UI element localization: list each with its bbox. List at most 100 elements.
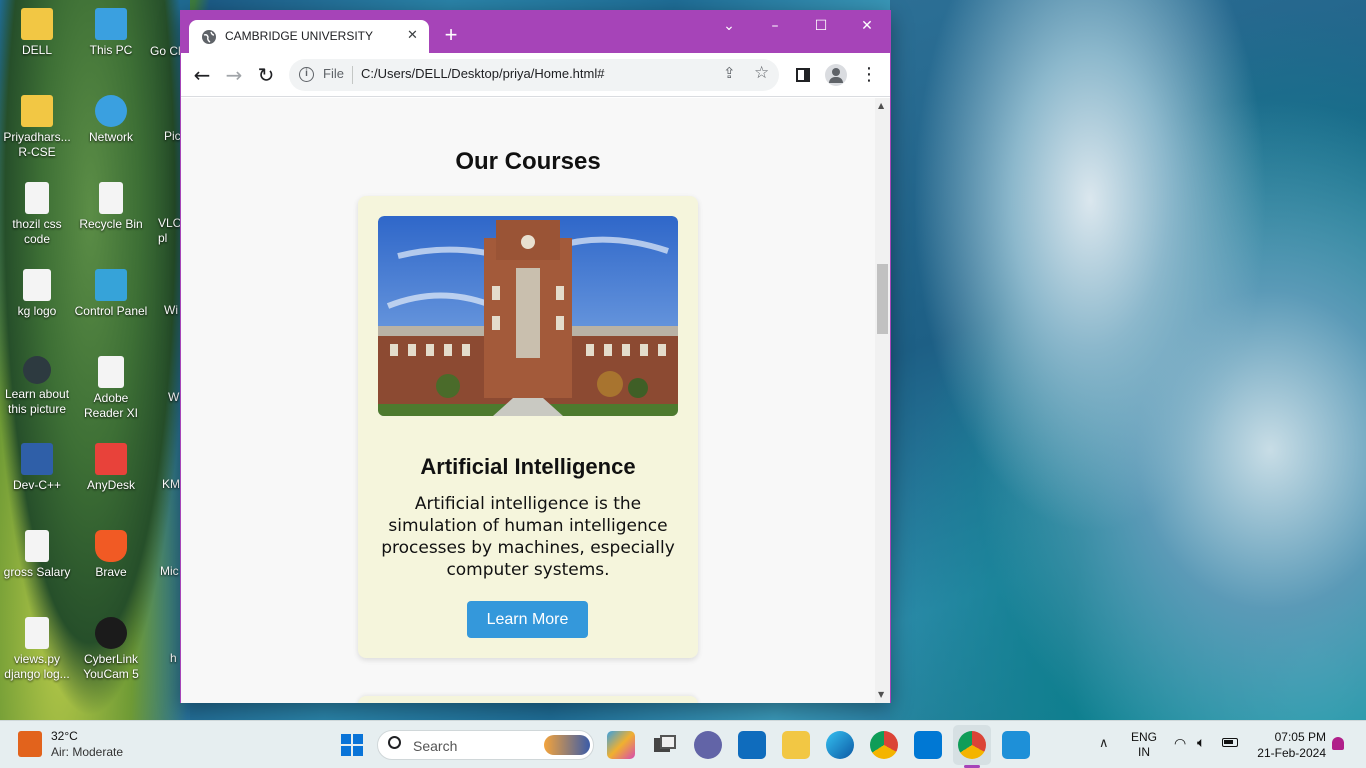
document-icon [25, 617, 49, 649]
region-label: IN [1138, 745, 1150, 759]
clock-date: 21-Feb-2024 [1257, 746, 1326, 760]
url-divider [352, 66, 353, 84]
folder-icon [21, 95, 53, 127]
reload-icon[interactable]: ↻ [254, 63, 278, 87]
back-arrow-icon[interactable]: ← [190, 63, 214, 87]
url-text[interactable]: C:/Users/DELL/Desktop/priya/Home.html# [361, 66, 604, 81]
file-explorer-icon[interactable] [782, 731, 810, 759]
desktop-icon-label: CyberLink YouCam 5 [83, 652, 139, 681]
desktop-icon-label: Control Panel [74, 304, 148, 318]
search-highlight-icon [544, 735, 590, 755]
forward-arrow-icon[interactable]: → [222, 63, 246, 87]
desktop-icon-label: Dev-C++ [12, 478, 62, 492]
desktop-icon-brave[interactable]: Brave [74, 530, 148, 580]
desktop-icon-dell[interactable]: DELL [0, 8, 74, 58]
url-scheme-label: File [323, 66, 344, 81]
address-bar[interactable]: i File C:/Users/DELL/Desktop/priya/Home.… [289, 59, 779, 91]
course-title: Artificial Intelligence [420, 454, 636, 479]
desktop-icon-views-py[interactable]: views.py django log... [0, 617, 74, 682]
desktop-icon-gross-salary[interactable]: gross Salary [0, 530, 74, 580]
desktop-icon-label: Network [88, 130, 133, 144]
desktop-icon-label: Adobe Reader XI [83, 391, 139, 420]
desktop-icon-label: Pic [164, 129, 181, 143]
page-scrollbar[interactable]: ▲ ▼ [875, 98, 890, 703]
desktop-icon-learn-picture[interactable]: Learn about this picture [0, 356, 74, 417]
browser-titlebar[interactable]: CAMBRIDGE UNIVERSITY ✕ + ⌄ – ☐ ✕ [181, 11, 890, 53]
desktop-icon-this-pc[interactable]: This PC [74, 8, 148, 58]
network-icon [95, 95, 127, 127]
close-window-button[interactable]: ✕ [844, 11, 890, 41]
taskbar-search-box[interactable]: Search [377, 730, 594, 760]
image-file-icon [23, 269, 51, 301]
desktop-icon-label: VLC pl [158, 216, 182, 245]
desktop-icon-thozil-css[interactable]: thozil css code [0, 182, 74, 247]
desktop-icon-label: W [168, 390, 180, 404]
maximize-button[interactable]: ☐ [798, 11, 844, 41]
desktop-icon-label: h [170, 651, 177, 665]
desktop-icon-label: Priyadhars... R-CSE [3, 130, 71, 159]
volume-icon[interactable]: 🔈︎ [1197, 734, 1205, 751]
webcam-icon [95, 617, 127, 649]
folder-icon [21, 8, 53, 40]
desktop-icon-priyadharshini[interactable]: Priyadhars... R-CSE [0, 95, 74, 160]
new-tab-button[interactable]: + [439, 23, 463, 47]
bookmark-star-icon[interactable]: ☆ [754, 63, 769, 83]
windows-start-icon[interactable] [338, 731, 366, 759]
weather-temp: 32°C [51, 729, 78, 743]
desktop-icon-kg-logo[interactable]: kg logo [0, 269, 74, 319]
learn-more-button[interactable]: Learn More [467, 601, 588, 638]
side-panel-icon[interactable] [791, 63, 815, 87]
campus-building-image [378, 216, 678, 416]
profile-avatar-icon[interactable] [824, 63, 848, 87]
copilot-icon[interactable] [607, 731, 635, 759]
wifi-icon[interactable]: ◠ [1174, 735, 1186, 752]
info-icon[interactable]: i [299, 67, 314, 82]
desktop-icon-network[interactable]: Network [74, 95, 148, 145]
desktop-icon-devcpp[interactable]: Dev-C++ [0, 443, 74, 493]
scroll-down-arrow[interactable]: ▼ [878, 690, 884, 699]
browser-window: CAMBRIDGE UNIVERSITY ✕ + ⌄ – ☐ ✕ ← → ↻ i… [180, 10, 891, 703]
tab-search-dropdown-icon[interactable]: ⌄ [706, 11, 752, 41]
page-viewport: Our Courses Artificial Intelligence Arti… [181, 98, 875, 703]
desktop-icon-youcam[interactable]: CyberLink YouCam 5 [74, 617, 148, 682]
desktop-wallpaper-right [890, 0, 1366, 720]
scrollbar-thumb[interactable] [877, 264, 888, 334]
desktop-icon-adobe-reader[interactable]: Adobe Reader XI [74, 356, 148, 421]
computer-icon [95, 8, 127, 40]
share-icon[interactable]: ⇪ [723, 64, 736, 82]
teams-chat-icon[interactable] [694, 731, 722, 759]
desktop-icon-label: Brave [95, 565, 127, 579]
show-hidden-icons-chevron[interactable]: ∧ [1099, 735, 1109, 751]
minimize-button[interactable]: – [752, 11, 798, 41]
tab-close-icon[interactable]: ✕ [407, 27, 418, 43]
edge-browser-icon[interactable] [826, 731, 854, 759]
desktop-icon-label: gross Salary [3, 565, 71, 579]
chrome-profile-icon[interactable] [870, 731, 898, 759]
desktop-icon-label: views.py django log... [4, 652, 70, 681]
desktop-icon-label: This PC [89, 43, 133, 57]
notepad-icon[interactable] [1002, 731, 1030, 759]
browser-tab[interactable]: CAMBRIDGE UNIVERSITY ✕ [189, 20, 429, 53]
desktop-icon-control-panel[interactable]: Control Panel [74, 269, 148, 319]
desktop-icon-label: AnyDesk [86, 478, 136, 492]
next-course-card-edge [358, 696, 698, 703]
weather-widget[interactable]: 32°C Air: Moderate [18, 729, 148, 761]
notification-bell-icon[interactable] [1332, 737, 1344, 750]
desktop-icon-anydesk[interactable]: AnyDesk [74, 443, 148, 493]
kebab-menu-icon[interactable]: ⋮ [857, 63, 881, 87]
desktop-icon-recycle-bin[interactable]: Recycle Bin [74, 182, 148, 232]
camera-icon [23, 356, 51, 384]
battery-icon[interactable] [1222, 738, 1238, 747]
vscode-icon[interactable] [914, 731, 942, 759]
globe-icon [202, 30, 216, 44]
language-label: ENG [1130, 730, 1157, 744]
language-indicator[interactable]: ENG IN [1130, 730, 1158, 760]
task-view-icon[interactable] [650, 731, 678, 759]
tab-title: CAMBRIDGE UNIVERSITY [225, 29, 374, 43]
scroll-up-arrow[interactable]: ▲ [878, 101, 884, 110]
chrome-icon[interactable] [958, 731, 986, 759]
clock[interactable]: 07:05 PM 21-Feb-2024 [1250, 729, 1326, 761]
search-placeholder: Search [413, 738, 458, 754]
mail-icon[interactable] [738, 731, 766, 759]
pdf-icon [98, 356, 124, 388]
